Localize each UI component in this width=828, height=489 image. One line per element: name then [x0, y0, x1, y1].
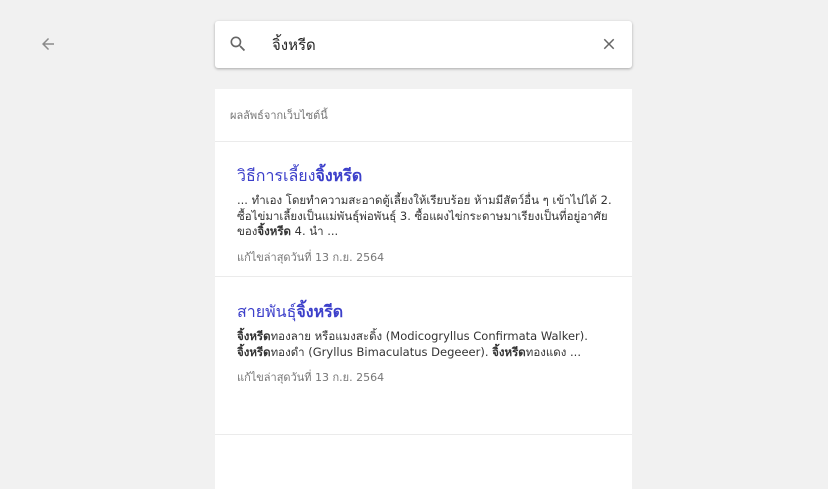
snippet-text: 4. นำ ...	[290, 224, 339, 238]
snippet-text: ทองดำ (Gryllus Bimaculatus Degeeer).	[270, 344, 493, 359]
result-title-keyword: จิ้งหรีด	[296, 302, 344, 321]
result-item: วิธีการเลี้ยงจิ้งหรีด ... ทำเอง โดยทำควา…	[215, 142, 632, 277]
result-title-link[interactable]: สายพันธุ์จิ้งหรีด	[237, 302, 617, 322]
snippet-text: ทองลาย หรือแมงสะดิ้ง (Modicogryllus Conf…	[270, 329, 588, 343]
snippet-keyword: จิ้งหรีด	[492, 344, 526, 359]
results-panel: ผลลัพธ์จากเว็บไซต์นี้ วิธีการเลี้ยงจิ้งห…	[215, 89, 632, 489]
arrow-back-icon	[42, 38, 54, 50]
clear-search-button[interactable]	[598, 33, 620, 55]
back-button[interactable]	[36, 32, 60, 56]
result-date: แก้ไขล่าสุดวันที่ 13 ก.ย. 2564	[237, 250, 385, 264]
result-title-text: วิธีการเลี้ยง	[237, 166, 316, 185]
result-snippet: ... ทำเอง โดยทำความสะอาดตู้เลี้ยงให้เรีย…	[237, 193, 617, 240]
snippet-keyword: จิ้งหรีด	[257, 224, 291, 238]
search-box	[215, 21, 632, 68]
snippet-keyword: จิ้งหรีด	[237, 344, 271, 359]
result-snippet: จิ้งหรีดทองลาย หรือแมงสะดิ้ง (Modicogryl…	[237, 329, 617, 360]
result-title-text: สายพันธุ์	[237, 302, 297, 321]
results-header: ผลลัพธ์จากเว็บไซต์นี้	[215, 89, 632, 142]
snippet-text: ทองแดง ...	[525, 344, 581, 359]
search-input[interactable]	[272, 29, 572, 60]
search-icon	[230, 36, 246, 52]
result-item: สายพันธุ์จิ้งหรีด จิ้งหรีดทองลาย หรือแมง…	[215, 277, 632, 435]
snippet-keyword: จิ้งหรีด	[237, 329, 271, 343]
result-title-keyword: จิ้งหรีด	[315, 166, 363, 185]
result-title-link[interactable]: วิธีการเลี้ยงจิ้งหรีด	[237, 166, 617, 186]
result-date: แก้ไขล่าสุดวันที่ 13 ก.ย. 2564	[237, 371, 385, 384]
close-icon	[603, 38, 615, 50]
